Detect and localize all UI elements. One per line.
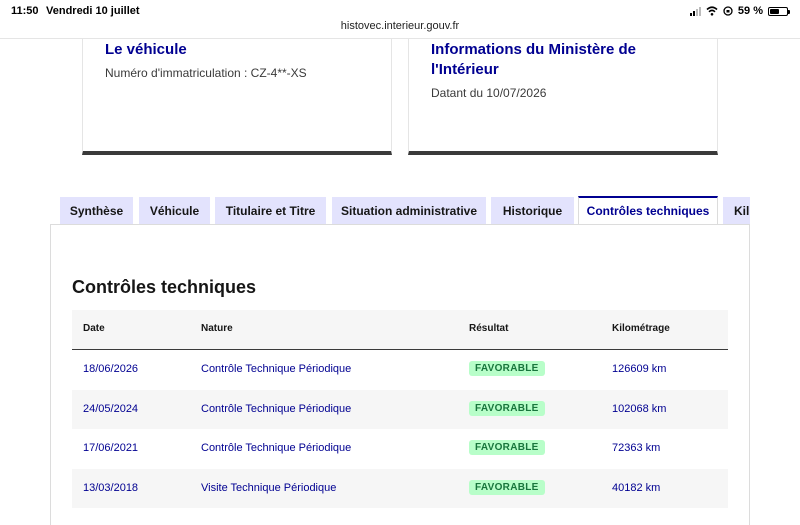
controles-table: Date Nature Résultat Kilométrage 18/06/2… <box>72 310 728 508</box>
orientation-lock-icon <box>723 6 733 16</box>
tab-vehicule[interactable]: Véhicule <box>139 197 210 225</box>
row-nature: Contrôle Technique Périodique <box>201 363 352 375</box>
row-kilometrage: 72363 km <box>612 442 661 454</box>
table-row: 17/06/2021 Contrôle Technique Périodique… <box>72 429 728 469</box>
wifi-icon <box>706 6 718 16</box>
status-date: Vendredi 10 juillet <box>46 5 140 17</box>
row-kilometrage: 102068 km <box>612 402 667 415</box>
ministry-card[interactable]: Informations du Ministère de l'Intérieur… <box>408 39 718 155</box>
vehicle-card-title[interactable]: Le véhicule <box>105 40 187 60</box>
result-badge: FAVORABLE <box>469 440 545 455</box>
status-time: 11:50 <box>11 5 39 17</box>
status-indicators: 59 % <box>689 5 790 17</box>
status-bar: 11:50 Vendredi 10 juillet 59 % <box>0 0 800 22</box>
result-badge: FAVORABLE <box>469 400 545 416</box>
result-badge: FAVORABLE <box>469 479 545 495</box>
column-header-kilometrage: Kilométrage <box>612 323 670 334</box>
column-header-resultat: Résultat <box>469 323 509 334</box>
row-nature: Contrôle Technique Périodique <box>201 402 352 415</box>
table-row: 24/05/2024 Contrôle Technique Périodique… <box>72 389 728 429</box>
row-nature: Contrôle Technique Périodique <box>201 442 352 454</box>
data-date: Datant du 10/07/2026 <box>431 86 547 100</box>
column-header-nature: Nature <box>201 323 233 334</box>
tab-historique[interactable]: Historique <box>491 197 574 225</box>
row-date: 24/05/2024 <box>83 402 139 415</box>
tab-kilometrage[interactable]: Kil <box>723 197 750 225</box>
battery-fill <box>770 8 780 14</box>
row-date: 17/06/2021 <box>83 442 139 454</box>
tab-bar: Synthèse Véhicule Titulaire et Titre Sit… <box>60 196 750 225</box>
ministry-card-title[interactable]: Informations du Ministère de l'Intérieur <box>431 40 691 80</box>
registration-number: Numéro d'immatriculation : CZ-4**-XS <box>105 66 307 80</box>
row-date: 18/06/2026 <box>83 363 139 375</box>
section-title: Contrôles techniques <box>72 277 257 297</box>
row-date: 13/03/2018 <box>83 481 139 494</box>
table-row: 18/06/2026 Contrôle Technique Périodique… <box>72 350 728 390</box>
battery-icon <box>768 6 790 16</box>
table-row: 13/03/2018 Visite Technique Périodique F… <box>72 468 728 508</box>
column-header-date: Date <box>83 323 105 334</box>
vehicle-card[interactable]: Le véhicule Numéro d'immatriculation : C… <box>82 39 392 155</box>
address-bar[interactable]: histovec.interieur.gouv.fr <box>0 20 800 32</box>
tab-titulaire-et-titre[interactable]: Titulaire et Titre <box>215 197 326 225</box>
tab-controles-techniques[interactable]: Contrôles techniques <box>578 196 718 225</box>
battery-percent: 59 % <box>737 5 763 17</box>
row-kilometrage: 40182 km <box>612 481 661 494</box>
cellular-signal-icon <box>689 6 701 16</box>
tab-synthese[interactable]: Synthèse <box>60 197 133 225</box>
tab-situation-administrative[interactable]: Situation administrative <box>332 197 486 225</box>
result-badge: FAVORABLE <box>469 361 545 376</box>
row-nature: Visite Technique Périodique <box>201 481 337 494</box>
table-header: Date Nature Résultat Kilométrage <box>72 310 728 350</box>
row-kilometrage: 126609 km <box>612 363 667 375</box>
